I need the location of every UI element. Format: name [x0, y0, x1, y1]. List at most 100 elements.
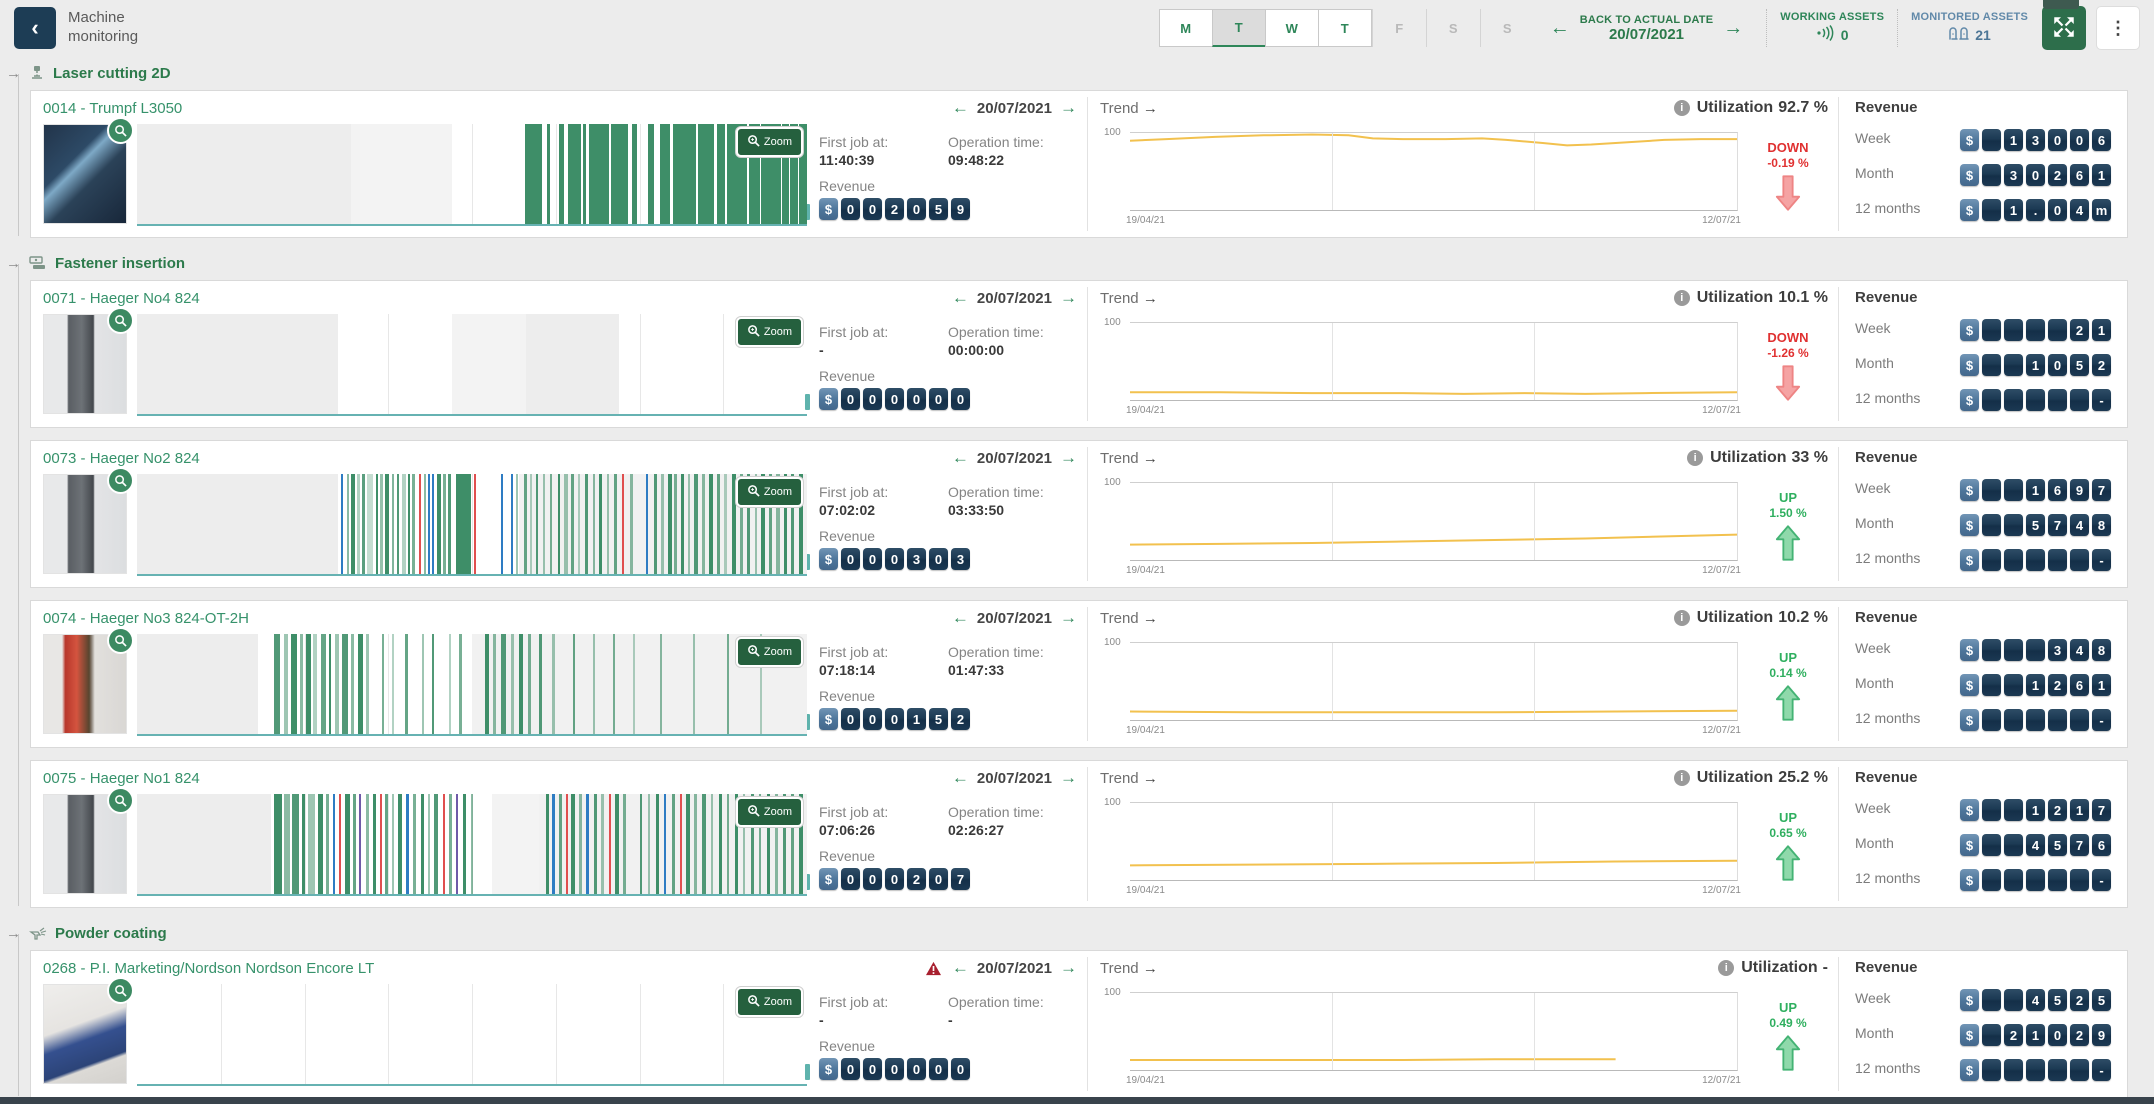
day-button-0-m[interactable]: M: [1159, 9, 1213, 47]
monitored-assets: MONITORED ASSETS 21: [1911, 11, 2028, 46]
revenue-week-odometer: $13006: [1960, 129, 2111, 151]
prev-day-arrow[interactable]: ←: [952, 448, 969, 468]
machines-icon: [1948, 25, 1970, 46]
magnifier-badge-icon[interactable]: [107, 467, 134, 494]
timeline-idle-block: [137, 124, 351, 224]
day-button-1-t[interactable]: T: [1212, 9, 1266, 47]
trend-direction-word: DOWN: [1767, 140, 1808, 155]
back-button[interactable]: ‹: [14, 7, 56, 49]
info-icon[interactable]: i: [1674, 100, 1690, 116]
info-icon[interactable]: i: [1674, 610, 1690, 626]
timeline-bar: [511, 634, 514, 734]
odometer-digit: [2004, 1059, 2023, 1081]
odometer-digit: 0: [907, 198, 926, 220]
day-button-3-t[interactable]: T: [1318, 9, 1372, 47]
magnifier-badge-icon[interactable]: [107, 627, 134, 654]
timeline-chart[interactable]: Zoom: [137, 984, 807, 1086]
machine-photo[interactable]: [43, 474, 127, 574]
next-day-arrow[interactable]: →: [1060, 958, 1077, 978]
prev-day-arrow[interactable]: ←: [952, 288, 969, 308]
warning-icon[interactable]: [925, 961, 942, 976]
magnifier-badge-icon[interactable]: [107, 307, 134, 334]
revenue-today-label: Revenue: [819, 1038, 1077, 1054]
machine-photo[interactable]: [43, 124, 127, 224]
timeline-chart[interactable]: Zoom: [137, 634, 807, 736]
zoom-button-label: Zoom: [764, 646, 792, 658]
timeline-handle[interactable]: [805, 1064, 810, 1080]
machine-photo[interactable]: [43, 314, 127, 414]
menu-button[interactable]: ⋮: [2096, 6, 2140, 50]
info-icon[interactable]: i: [1687, 450, 1703, 466]
revenue-today-odometer: $000000: [819, 1058, 970, 1080]
revenue-12months-label: 12 months: [1855, 710, 1920, 726]
operation-time-label: Operation time:: [948, 644, 1077, 660]
operation-time-value: -: [948, 1012, 1077, 1028]
fullscreen-button[interactable]: [2042, 6, 2086, 50]
timeline-zoom-button[interactable]: Zoom: [736, 797, 803, 827]
machine-photo[interactable]: [43, 794, 127, 894]
prev-date-arrow[interactable]: ←: [1550, 18, 1570, 38]
trend-direction-word: UP: [1779, 650, 1797, 665]
timeline-zoom-button[interactable]: Zoom: [736, 637, 803, 667]
kebab-menu-icon: ⋮: [2109, 18, 2127, 39]
revenue-month-label: Month: [1855, 835, 1894, 851]
timeline-bar: [607, 474, 609, 574]
expand-icon: [2052, 15, 2076, 42]
next-day-arrow[interactable]: →: [1060, 98, 1077, 118]
prev-day-arrow[interactable]: ←: [952, 608, 969, 628]
machine-name-link[interactable]: 0073 - Haeger No2 824: [43, 450, 200, 467]
back-to-actual-date[interactable]: BACK TO ACTUAL DATE 20/07/2021: [1580, 14, 1714, 43]
revenue-month-label: Month: [1855, 1025, 1894, 1041]
info-icon[interactable]: i: [1674, 290, 1690, 306]
next-date-arrow[interactable]: →: [1723, 18, 1743, 38]
timeline-zoom-button[interactable]: Zoom: [736, 987, 803, 1017]
info-icon[interactable]: i: [1718, 960, 1734, 976]
utilization: i Utilization -: [1718, 959, 1828, 977]
odometer-digit: 2: [2070, 989, 2089, 1011]
odometer-digit: [2004, 319, 2023, 341]
odometer-digit: 6: [2070, 674, 2089, 696]
magnifier-badge-icon[interactable]: [107, 117, 134, 144]
machine-photo[interactable]: [43, 634, 127, 734]
timeline-chart[interactable]: Zoom: [137, 794, 807, 896]
timeline-zoom-button[interactable]: Zoom: [736, 477, 803, 507]
odometer-digit: [2004, 514, 2023, 536]
timeline-bar: [357, 474, 359, 574]
timeline-zoom-button[interactable]: Zoom: [736, 127, 803, 157]
working-assets-value: 0: [1841, 27, 1849, 43]
timeline-bar: [302, 794, 305, 894]
machine-name-link[interactable]: 0268 - P.I. Marketing/Nordson Nordson En…: [43, 960, 374, 977]
magnifier-badge-icon[interactable]: [107, 977, 134, 1004]
timeline-bar: [434, 794, 437, 894]
timeline-chart[interactable]: Zoom: [137, 474, 807, 576]
next-day-arrow[interactable]: →: [1060, 288, 1077, 308]
revenue-panel-title: Revenue: [1855, 289, 2111, 306]
next-day-arrow[interactable]: →: [1060, 448, 1077, 468]
timeline-handle[interactable]: [805, 394, 810, 410]
machine-name-link[interactable]: 0074 - Haeger No3 824-OT-2H: [43, 610, 249, 627]
odometer-digit: 7: [2070, 834, 2089, 856]
info-icon[interactable]: i: [1674, 770, 1690, 786]
magnifier-badge-icon[interactable]: [107, 787, 134, 814]
y-axis-max-label: 100: [1104, 317, 1121, 328]
timeline-chart[interactable]: Zoom: [137, 124, 807, 226]
timeline-bar: [717, 474, 720, 574]
day-button-2-w[interactable]: W: [1265, 9, 1319, 47]
machine-name-link[interactable]: 0075 - Haeger No1 824: [43, 770, 200, 787]
timeline-zoom-button[interactable]: Zoom: [736, 317, 803, 347]
revenue-month-odometer: $4576: [1960, 834, 2111, 856]
prev-day-arrow[interactable]: ←: [952, 958, 969, 978]
timeline-bar: [623, 794, 626, 894]
next-day-arrow[interactable]: →: [1060, 608, 1077, 628]
prev-day-arrow[interactable]: ←: [952, 768, 969, 788]
odometer-digit: 1: [2092, 674, 2111, 696]
next-day-arrow[interactable]: →: [1060, 768, 1077, 788]
machine-section: → Laser cutting 2D 0014 - Trumpf L3050 ←…: [30, 60, 2128, 238]
machine-name-link[interactable]: 0071 - Haeger No4 824: [43, 290, 200, 307]
machine-photo[interactable]: [43, 984, 127, 1084]
odometer-digit: [2070, 869, 2089, 891]
prev-day-arrow[interactable]: ←: [952, 98, 969, 118]
odometer-digit: 7: [2048, 514, 2067, 536]
machine-name-link[interactable]: 0014 - Trumpf L3050: [43, 100, 182, 117]
timeline-chart[interactable]: Zoom: [137, 314, 807, 416]
